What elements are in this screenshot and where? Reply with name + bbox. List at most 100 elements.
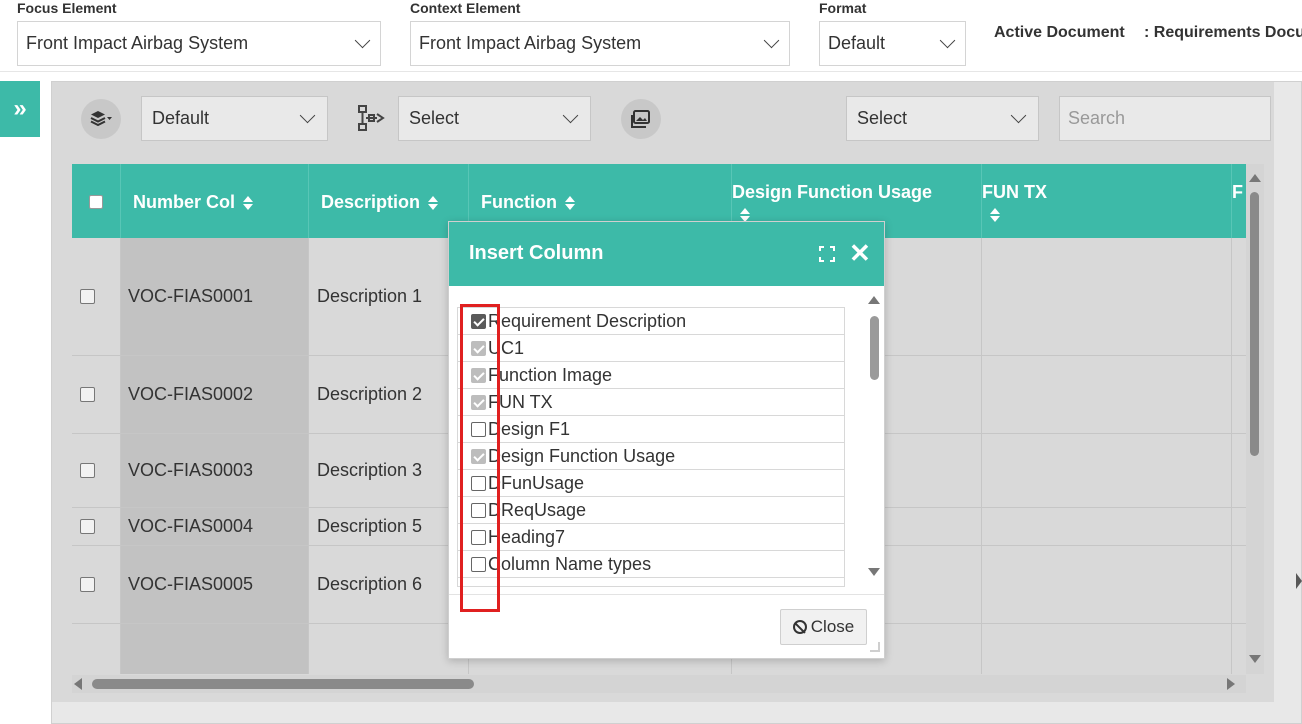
empty-cell bbox=[982, 624, 1232, 674]
context-element-select[interactable]: Front Impact Airbag System bbox=[410, 21, 790, 66]
chevron-down-icon bbox=[763, 32, 780, 49]
header-design-function-usage-text: Design Function Usage bbox=[732, 182, 933, 202]
double-chevron-right-icon: » bbox=[13, 95, 27, 122]
filter-select[interactable]: Select bbox=[846, 96, 1039, 141]
table-horizontal-scrollbar[interactable] bbox=[72, 675, 1246, 693]
scroll-down-arrow-icon[interactable] bbox=[868, 568, 880, 576]
description-cell: Description 1 bbox=[309, 238, 469, 355]
resize-grip-icon[interactable] bbox=[870, 642, 880, 652]
column-label: Requirement Description bbox=[488, 310, 687, 331]
list-item[interactable]: Function Image bbox=[458, 362, 844, 389]
close-button-label: Close bbox=[810, 617, 855, 636]
number-cell: VOC-FIAS0002 bbox=[121, 356, 309, 433]
description-cell: Description 5 bbox=[309, 508, 469, 545]
row-checkbox[interactable] bbox=[80, 463, 95, 478]
row-checkbox-cell bbox=[72, 356, 121, 433]
sidebar-expand-button[interactable]: » bbox=[0, 81, 40, 137]
list-item[interactable]: FUN TX bbox=[458, 389, 844, 416]
list-item[interactable]: Heading7 bbox=[458, 524, 844, 551]
view-select[interactable]: Default bbox=[141, 96, 328, 141]
format-value: Default bbox=[828, 33, 886, 53]
scroll-up-arrow-icon[interactable] bbox=[1249, 174, 1261, 182]
fun-tx-cell bbox=[982, 238, 1232, 355]
layers-icon bbox=[90, 111, 112, 127]
search-input[interactable]: Search bbox=[1059, 96, 1271, 141]
list-item[interactable]: Design Function Usage bbox=[458, 443, 844, 470]
sort-icon bbox=[564, 196, 575, 211]
ban-icon bbox=[792, 620, 807, 634]
list-item[interactable]: DFunUsage bbox=[458, 470, 844, 497]
row-checkbox[interactable] bbox=[80, 519, 95, 534]
table-vertical-scrollbar[interactable] bbox=[1246, 164, 1264, 674]
row-checkbox[interactable] bbox=[80, 577, 95, 592]
view-select-value: Default bbox=[152, 108, 210, 128]
scroll-up-arrow-icon[interactable] bbox=[868, 296, 880, 304]
scroll-left-arrow-icon[interactable] bbox=[74, 678, 82, 690]
description-cell: Description 3 bbox=[309, 434, 469, 507]
row-checkbox-cell bbox=[72, 546, 121, 623]
list-item[interactable]: UC1 bbox=[458, 335, 844, 362]
header-next-column[interactable]: F bbox=[1232, 164, 1246, 238]
hierarchy-icon bbox=[357, 104, 387, 137]
select-all-checkbox[interactable] bbox=[89, 195, 103, 209]
close-button[interactable]: Close bbox=[780, 609, 867, 645]
row-checkbox-cell bbox=[72, 238, 121, 355]
chevron-down-icon bbox=[299, 107, 316, 124]
sort-icon bbox=[428, 196, 439, 211]
header-number-col-label: Number Col bbox=[133, 192, 254, 213]
active-document-label: Active Document bbox=[994, 24, 1125, 41]
layers-button[interactable] bbox=[81, 99, 121, 139]
header-number-col[interactable]: Number Col bbox=[121, 164, 309, 238]
images-icon bbox=[631, 110, 650, 128]
empty-number-cell bbox=[121, 624, 309, 674]
dialog-list-scrollbar[interactable] bbox=[867, 296, 881, 586]
row-checkbox-cell bbox=[72, 508, 121, 545]
chevron-down-icon bbox=[939, 32, 956, 49]
context-element-label: Context Element bbox=[410, 0, 521, 16]
number-cell: VOC-FIAS0004 bbox=[121, 508, 309, 545]
mouse-cursor-icon bbox=[1296, 573, 1302, 589]
list-item[interactable]: DReqUsage bbox=[458, 497, 844, 524]
scroll-down-arrow-icon[interactable] bbox=[1249, 655, 1261, 663]
list-item[interactable]: Design F1 bbox=[458, 416, 844, 443]
vertical-scroll-thumb[interactable] bbox=[1250, 192, 1259, 456]
header-number-col-text: Number Col bbox=[133, 192, 236, 212]
fun-tx-cell bbox=[982, 508, 1232, 545]
chevron-down-icon bbox=[354, 32, 371, 49]
column-label: Design F1 bbox=[488, 418, 571, 439]
hierarchy-select[interactable]: Select bbox=[398, 96, 591, 141]
expand-icon[interactable] bbox=[819, 246, 835, 262]
focus-element-select[interactable]: Front Impact Airbag System bbox=[17, 21, 381, 66]
dialog-header: Insert Column ✕ bbox=[449, 222, 884, 286]
dialog-title: Insert Column bbox=[469, 242, 604, 264]
empty-cell bbox=[72, 624, 121, 674]
format-label: Format bbox=[819, 0, 867, 16]
sort-icon bbox=[243, 196, 254, 211]
image-button[interactable] bbox=[621, 99, 661, 139]
close-icon[interactable]: ✕ bbox=[849, 240, 871, 266]
header-description-label: Description bbox=[321, 192, 439, 213]
focus-element-value: Front Impact Airbag System bbox=[26, 33, 249, 53]
dialog-footer-divider bbox=[449, 594, 884, 595]
horizontal-scroll-thumb[interactable] bbox=[92, 679, 474, 689]
header-fun-tx[interactable]: FUN TX bbox=[982, 164, 1232, 238]
checkbox-highlight-box bbox=[460, 304, 500, 612]
list-item[interactable]: Requirement Description bbox=[458, 308, 844, 335]
header-description[interactable]: Description bbox=[309, 164, 469, 238]
dialog-scroll-thumb[interactable] bbox=[870, 316, 879, 380]
header-function-label: Function bbox=[481, 192, 575, 213]
number-cell: VOC-FIAS0003 bbox=[121, 434, 309, 507]
column-label: DFunUsage bbox=[488, 472, 585, 493]
description-cell: Description 2 bbox=[309, 356, 469, 433]
list-item[interactable]: Column Name types bbox=[458, 551, 844, 578]
row-checkbox[interactable] bbox=[80, 289, 95, 304]
fun-tx-cell bbox=[982, 434, 1232, 507]
column-label: DReqUsage bbox=[488, 499, 587, 520]
column-list: Requirement Description UC1 Function Ima… bbox=[457, 307, 845, 587]
format-select[interactable]: Default bbox=[819, 21, 966, 66]
row-checkbox[interactable] bbox=[80, 387, 95, 402]
number-cell: VOC-FIAS0001 bbox=[121, 238, 309, 355]
chevron-down-icon bbox=[1010, 107, 1027, 124]
scroll-right-arrow-icon[interactable] bbox=[1227, 678, 1235, 690]
header-function-text: Function bbox=[481, 192, 557, 212]
